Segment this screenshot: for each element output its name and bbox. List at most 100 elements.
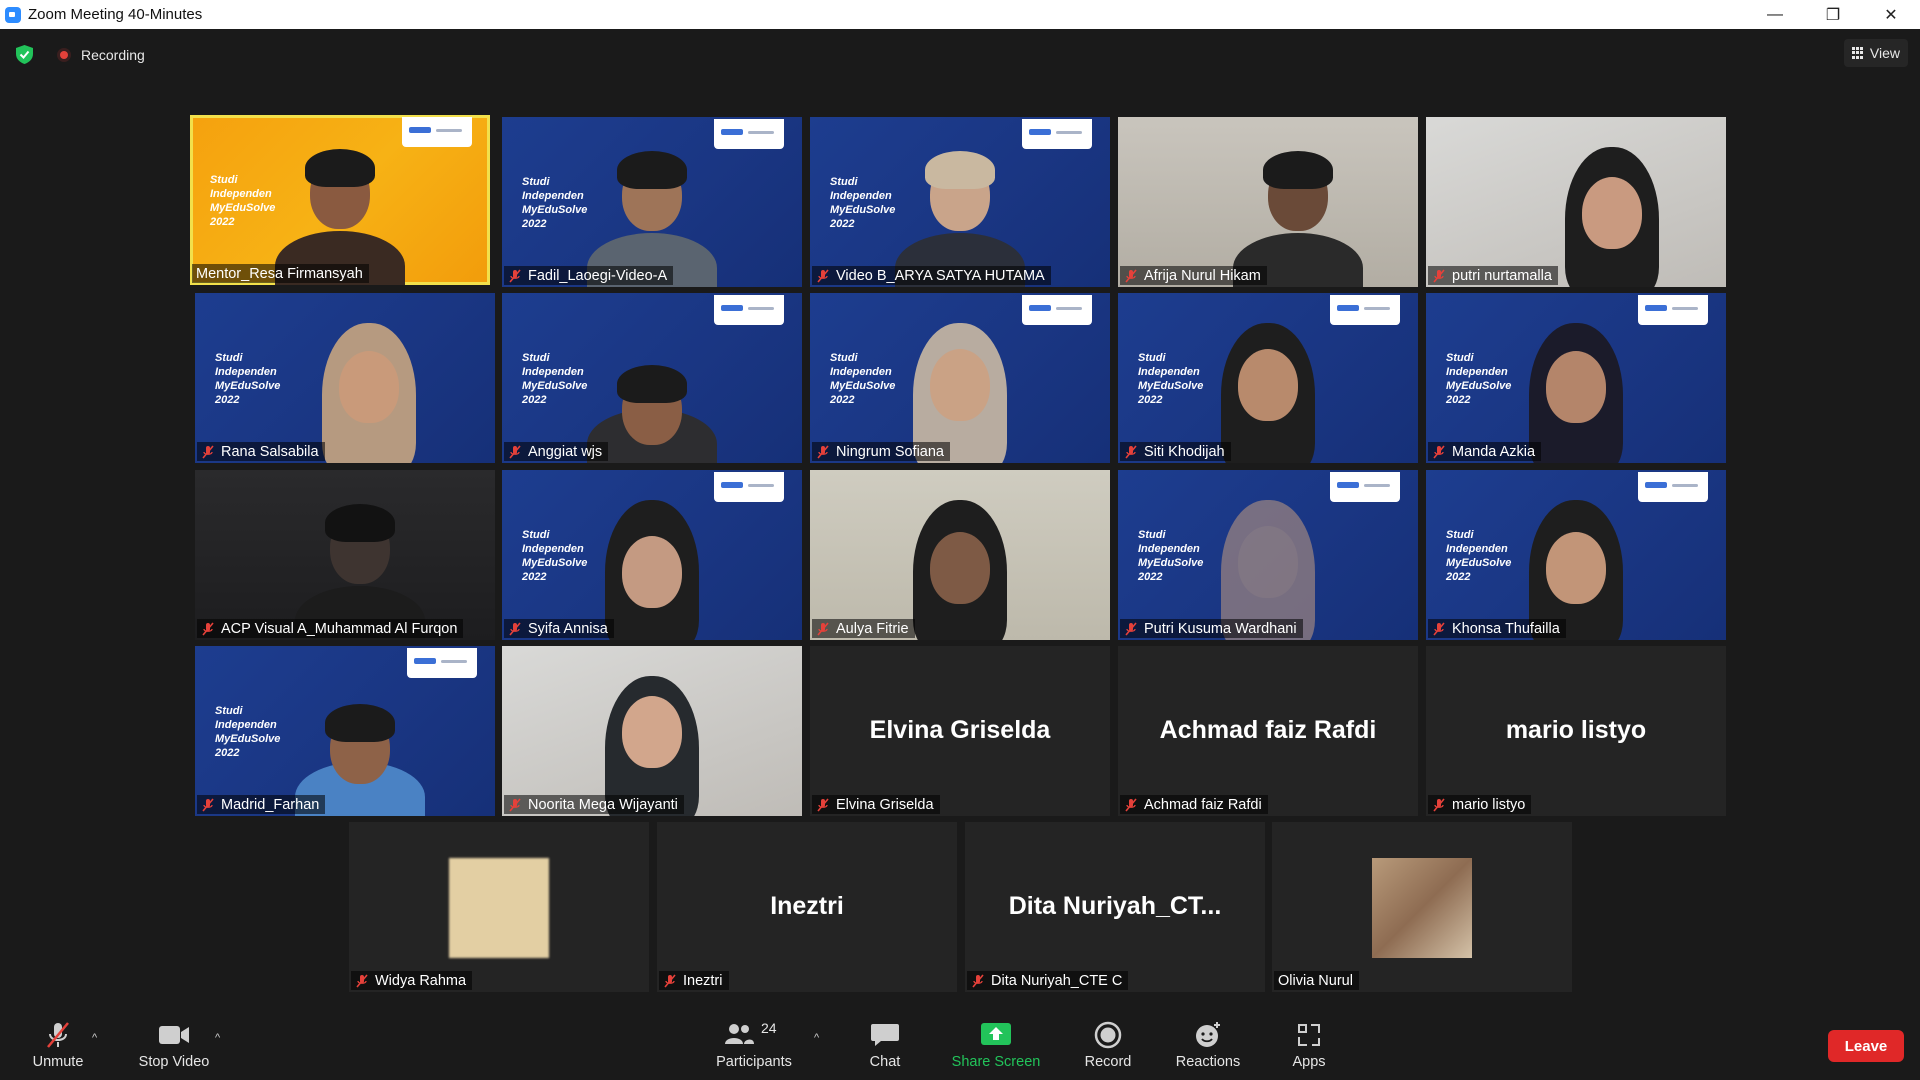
participant-name-tag: Khonsa Thufailla: [1428, 619, 1566, 638]
unmute-button[interactable]: Unmute: [28, 1020, 88, 1070]
tile-watermark: Studi Independen MyEduSolve 2022: [215, 705, 281, 759]
apps-label: Apps: [1292, 1054, 1326, 1070]
muted-mic-icon: [1432, 444, 1446, 459]
minimize-button[interactable]: —: [1746, 0, 1804, 29]
participant-video: [577, 490, 727, 640]
muted-mic-icon: [816, 621, 830, 636]
video-tile[interactable]: Achmad faiz Rafdi Achmad faiz Rafdi: [1118, 646, 1418, 816]
video-tile[interactable]: mario listyo mario listyo: [1426, 646, 1726, 816]
participant-name-tag: Fadil_Laoegi-Video-A: [504, 266, 674, 285]
chat-bubble-icon: [871, 1024, 899, 1046]
view-button[interactable]: View: [1843, 39, 1908, 67]
participants-button[interactable]: 24 Participants: [712, 1020, 796, 1070]
muted-mic-icon: [1124, 268, 1138, 283]
meeting-topbar: Recording View: [0, 29, 1920, 79]
stop-video-button[interactable]: Stop Video: [136, 1020, 212, 1070]
participant-name-tag: Rana Salsabila: [197, 442, 325, 461]
participant-display-name: Achmad faiz Rafdi: [1159, 716, 1377, 744]
participant-video: [885, 137, 1035, 287]
window-titlebar: Zoom Meeting 40-Minutes — ❐ ✕: [0, 0, 1920, 29]
participant-video: [294, 313, 444, 463]
audio-options-caret-icon[interactable]: ^: [92, 1032, 102, 1044]
muted-mic-icon: [1124, 621, 1138, 636]
muted-mic-icon: [508, 621, 522, 636]
reactions-label: Reactions: [1175, 1054, 1241, 1070]
video-tile[interactable]: Noorita Mega Wijayanti: [502, 646, 802, 816]
video-options-caret-icon[interactable]: ^: [215, 1032, 225, 1044]
encryption-shield-icon[interactable]: [16, 45, 33, 64]
muted-mic-icon: [508, 797, 522, 812]
meeting-toolbar: Unmute ^ Stop Video ^ 24 Participants ^ …: [0, 1008, 1920, 1080]
apps-icon: [1298, 1024, 1320, 1046]
video-tile[interactable]: ACP Visual A_Muhammad Al Furqon: [195, 470, 495, 640]
participant-video: [577, 313, 727, 463]
window-title: Zoom Meeting 40-Minutes: [28, 6, 203, 23]
muted-mic-icon: [1124, 797, 1138, 812]
participant-name-tag: Dita Nuriyah_CTE C: [967, 971, 1129, 990]
leave-button[interactable]: Leave: [1828, 1030, 1904, 1062]
muted-mic-icon: [816, 797, 830, 812]
muted-mic-icon: [816, 268, 830, 283]
video-tile[interactable]: Dita Nuriyah_CT... Dita Nuriyah_CTE C: [965, 822, 1265, 992]
close-button[interactable]: ✕: [1862, 0, 1920, 29]
restore-button[interactable]: ❐: [1804, 0, 1862, 29]
video-tile[interactable]: Studi Independen MyEduSolve 2022 Video B_AR…: [810, 117, 1110, 287]
muted-mic-icon: [508, 444, 522, 459]
video-tile[interactable]: putri nurtamalla: [1426, 117, 1726, 287]
video-tile[interactable]: Aulya Fitrie: [810, 470, 1110, 640]
video-tile[interactable]: Studi Independen MyEduSolve 2022 Khonsa Thu…: [1426, 470, 1726, 640]
chat-button[interactable]: Chat: [860, 1020, 910, 1070]
recording-label: Recording: [81, 47, 145, 63]
profile-picture: [1372, 858, 1472, 958]
recording-dot-icon: [57, 48, 71, 62]
participant-video: [1223, 137, 1373, 287]
participant-video: [1193, 490, 1343, 640]
participants-options-caret-icon[interactable]: ^: [814, 1032, 824, 1044]
video-tile[interactable]: Studi Independen MyEduSolve 2022 Rana Salsa…: [195, 293, 495, 463]
video-tile[interactable]: Studi Independen MyEduSolve 2022 Fadil_Laoe…: [502, 117, 802, 287]
muted-mic-icon: [47, 1022, 69, 1048]
participant-video: [1501, 490, 1651, 640]
video-tile[interactable]: Ineztri Ineztri: [657, 822, 957, 992]
participant-name-tag: Afrija Nurul Hikam: [1120, 266, 1267, 285]
participant-name-tag: Widya Rahma: [351, 971, 473, 990]
participant-name-tag: Ningrum Sofiana: [812, 442, 950, 461]
participant-display-name: Dita Nuriyah_CT...: [1008, 892, 1222, 920]
share-screen-button[interactable]: Share Screen: [946, 1020, 1046, 1070]
grid-view-icon: [1851, 47, 1864, 59]
video-tile[interactable]: Widya Rahma: [349, 822, 649, 992]
participant-name-tag: Olivia Nurul: [1274, 971, 1359, 990]
participants-icon: [725, 1024, 754, 1044]
participant-video: [577, 137, 727, 287]
video-tile[interactable]: Studi Independen MyEduSolve 2022 Syifa Anni…: [502, 470, 802, 640]
participant-name-tag: Achmad faiz Rafdi: [1120, 795, 1268, 814]
video-tile[interactable]: Studi Independen MyEduSolve 2022 Anggiat wj…: [502, 293, 802, 463]
video-tile[interactable]: Afrija Nurul Hikam: [1118, 117, 1418, 287]
apps-button[interactable]: Apps: [1284, 1020, 1334, 1070]
video-tile[interactable]: Studi Independen MyEduSolve 2022 Ningrum So…: [810, 293, 1110, 463]
participant-name-tag: Siti Khodijah: [1120, 442, 1231, 461]
view-label: View: [1869, 45, 1900, 61]
video-tile[interactable]: Studi Independen MyEduSolve 2022 Mentor_Res…: [190, 115, 490, 285]
unmute-label: Unmute: [32, 1054, 84, 1070]
participants-count: 24: [761, 1020, 777, 1036]
reactions-button[interactable]: Reactions: [1170, 1020, 1246, 1070]
video-tile[interactable]: Elvina Griselda Elvina Griselda: [810, 646, 1110, 816]
participant-name-tag: Aulya Fitrie: [812, 619, 915, 638]
muted-mic-icon: [201, 797, 215, 812]
muted-mic-icon: [355, 973, 369, 988]
video-tile[interactable]: Studi Independen MyEduSolve 2022 Madrid_Far…: [195, 646, 495, 816]
participant-name-tag: Video B_ARYA SATYA HUTAMA: [812, 266, 1051, 285]
record-button[interactable]: Record: [1080, 1020, 1136, 1070]
muted-mic-icon: [1124, 444, 1138, 459]
recording-indicator[interactable]: Recording: [57, 47, 145, 63]
muted-mic-icon: [663, 973, 677, 988]
participant-video: [285, 666, 435, 816]
participant-video: [1537, 137, 1687, 287]
video-tile[interactable]: Studi Independen MyEduSolve 2022 Putri Kusu…: [1118, 470, 1418, 640]
video-tile[interactable]: Olivia Nurul: [1272, 822, 1572, 992]
muted-mic-icon: [971, 973, 985, 988]
participant-display-name: Elvina Griselda: [869, 716, 1051, 744]
video-tile[interactable]: Studi Independen MyEduSolve 2022 Siti Khodi…: [1118, 293, 1418, 463]
video-tile[interactable]: Studi Independen MyEduSolve 2022 Manda Azki…: [1426, 293, 1726, 463]
